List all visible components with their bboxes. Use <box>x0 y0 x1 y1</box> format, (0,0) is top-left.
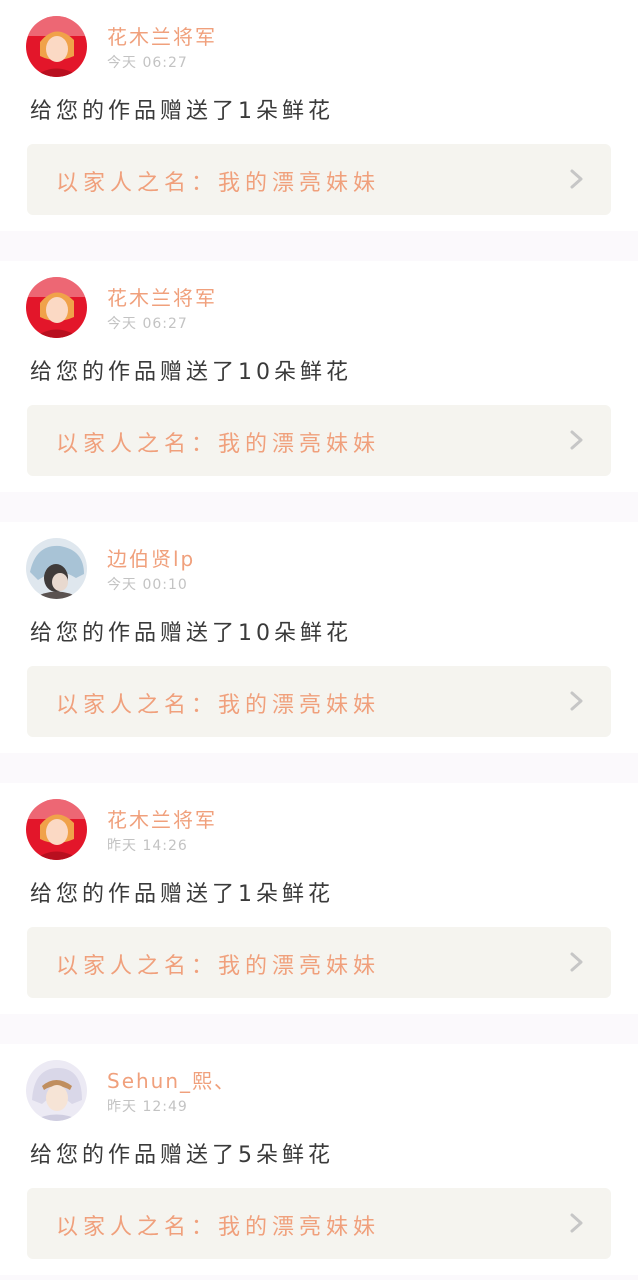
dedication-text: 以家人之名：我的漂亮妹妹 <box>56 693 381 718</box>
gift-message: 给您的作品赠送了10朵鲜花 <box>30 621 352 646</box>
timestamp: 昨天 14:26 <box>107 838 188 854</box>
username[interactable]: Sehun_熙、 <box>107 1065 236 1094</box>
gift-message: 给您的作品赠送了1朵鲜花 <box>30 99 334 124</box>
separator <box>0 492 638 522</box>
gift-message: 给您的作品赠送了1朵鲜花 <box>30 882 334 907</box>
username[interactable]: 花木兰将军 <box>107 21 217 50</box>
username[interactable]: 花木兰将军 <box>107 804 217 833</box>
avatar[interactable] <box>26 799 87 860</box>
username[interactable]: 边伯贤lp <box>107 543 195 572</box>
avatar[interactable] <box>26 277 87 338</box>
username[interactable]: 花木兰将军 <box>107 282 217 311</box>
chevron-right-icon <box>570 169 583 189</box>
dedication-text: 以家人之名：我的漂亮妹妹 <box>56 1215 381 1240</box>
gift-item: 花木兰将军 昨天 14:26 给您的作品赠送了1朵鲜花 以家人之名：我的漂亮妹妹 <box>0 783 638 1014</box>
separator <box>0 231 638 261</box>
gift-item: 边伯贤lp 今天 00:10 给您的作品赠送了10朵鲜花 以家人之名：我的漂亮妹… <box>0 522 638 753</box>
timestamp: 昨天 12:49 <box>107 1099 188 1115</box>
chevron-right-icon <box>570 1213 583 1233</box>
avatar[interactable] <box>26 16 87 77</box>
avatar[interactable] <box>26 1060 87 1121</box>
timestamp: 今天 00:10 <box>107 577 188 593</box>
dedication-link[interactable]: 以家人之名：我的漂亮妹妹 <box>27 666 611 737</box>
dedication-link[interactable]: 以家人之名：我的漂亮妹妹 <box>27 405 611 476</box>
dedication-text: 以家人之名：我的漂亮妹妹 <box>56 432 381 457</box>
avatar[interactable] <box>26 538 87 599</box>
dedication-text: 以家人之名：我的漂亮妹妹 <box>56 954 381 979</box>
timestamp: 今天 06:27 <box>107 55 188 71</box>
chevron-right-icon <box>570 952 583 972</box>
separator <box>0 1014 638 1044</box>
separator <box>0 1275 638 1280</box>
gift-message: 给您的作品赠送了5朵鲜花 <box>30 1143 334 1168</box>
gift-message: 给您的作品赠送了10朵鲜花 <box>30 360 352 385</box>
dedication-link[interactable]: 以家人之名：我的漂亮妹妹 <box>27 1188 611 1259</box>
chevron-right-icon <box>570 691 583 711</box>
timestamp: 今天 06:27 <box>107 316 188 332</box>
gift-item: Sehun_熙、 昨天 12:49 给您的作品赠送了5朵鲜花 以家人之名：我的漂… <box>0 1044 638 1275</box>
dedication-link[interactable]: 以家人之名：我的漂亮妹妹 <box>27 144 611 215</box>
dedication-link[interactable]: 以家人之名：我的漂亮妹妹 <box>27 927 611 998</box>
dedication-text: 以家人之名：我的漂亮妹妹 <box>56 171 381 196</box>
separator <box>0 753 638 783</box>
gift-item: 花木兰将军 今天 06:27 给您的作品赠送了1朵鲜花 以家人之名：我的漂亮妹妹 <box>0 0 638 231</box>
gift-feed: 花木兰将军 今天 06:27 给您的作品赠送了1朵鲜花 以家人之名：我的漂亮妹妹… <box>0 0 638 1280</box>
chevron-right-icon <box>570 430 583 450</box>
gift-item: 花木兰将军 今天 06:27 给您的作品赠送了10朵鲜花 以家人之名：我的漂亮妹… <box>0 261 638 492</box>
